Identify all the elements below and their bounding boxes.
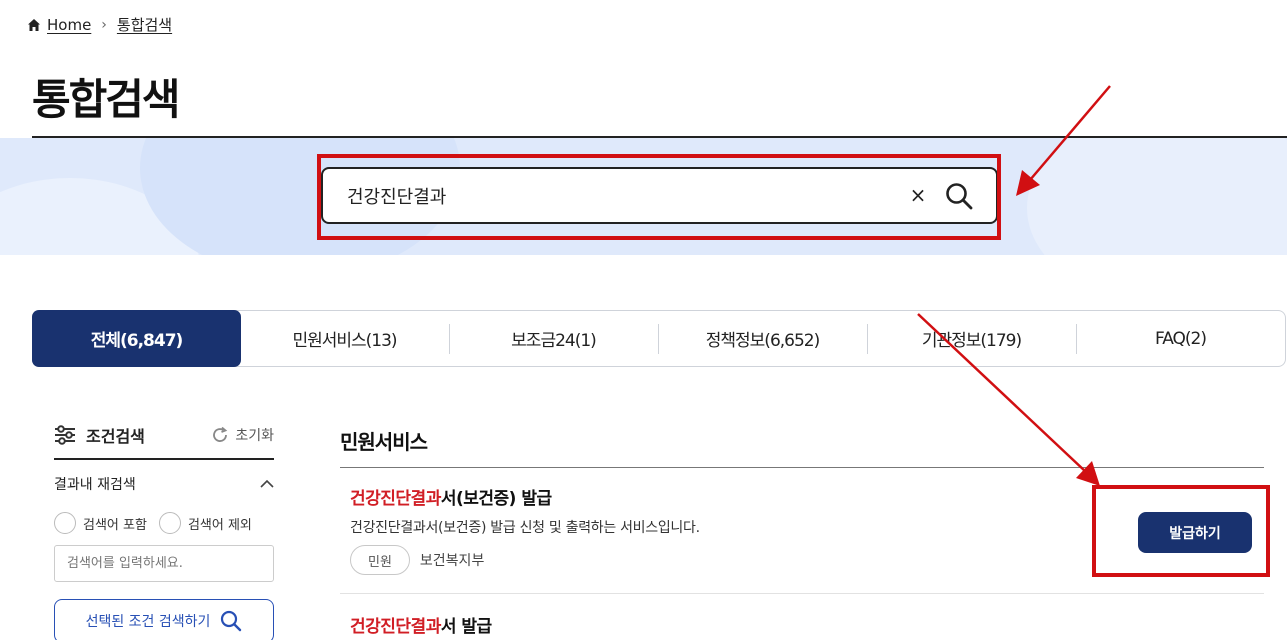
title-rest: 서 발급 [440,617,492,637]
result-title-link[interactable]: 건강진단결과서 발급 [350,612,1264,637]
keyword-highlight: 건강진단결과 [350,617,441,637]
exclude-keyword-radio[interactable]: 검색어 제외 [158,512,252,534]
home-icon [28,18,40,31]
include-keyword-radio[interactable]: 검색어 포함 [54,512,147,534]
search-icon [221,610,242,632]
sidebar-header: 조건검색 초기화 [54,420,274,460]
page-title: 통합검색 [32,75,181,124]
keyword-highlight: 건강진단결과 [350,489,441,509]
section-title: 민원서비스 [340,420,1264,468]
reset-label: 초기화 [235,428,274,444]
re-search-options: 검색어 포함 검색어 제외 [54,512,274,534]
breadcrumb-home-link[interactable]: Home [47,16,91,34]
include-keyword-label: 검색어 포함 [83,517,147,533]
issue-button-highlight-box [1092,485,1270,577]
breadcrumb: Home › 통합검색 [27,14,172,35]
radio-circle [54,512,76,534]
tab-faq[interactable]: FAQ(2) [1076,311,1285,366]
title-rest: 서(보건증) 발급 [440,489,552,509]
radio-circle [158,512,181,534]
breadcrumb-current-link[interactable]: 통합검색 [117,14,172,35]
re-search-input[interactable] [54,545,274,582]
tab-civil-services[interactable]: 민원서비스(13) [240,311,449,366]
condition-search-button[interactable]: 선택된 조건 검색하기 [54,599,274,640]
result-tabs: 전체(6,847) 민원서비스(13) 보조금24(1) 정책정보(6,652)… [32,310,1286,367]
tab-agency-info[interactable]: 기관정보(179) [867,311,1076,366]
re-search-label: 결과내 재검색 [54,477,136,493]
condition-search-label: 선택된 조건 검색하기 [85,614,211,630]
sidebar-title: 조건검색 [86,427,145,446]
condition-sidebar: 조건검색 초기화 결과내 재검색 검색어 포함 검색어 제외 선택된 조건 검색… [54,420,274,640]
reset-button[interactable]: 초기화 [211,425,274,445]
exclude-keyword-label: 검색어 제외 [187,517,252,533]
agency-name: 보건복지부 [419,553,485,569]
filter-sliders-icon [55,425,75,445]
category-badge: 민원 [350,545,410,575]
tab-subsidy24[interactable]: 보조금24(1) [449,311,658,366]
tab-all[interactable]: 전체(6,847) [32,310,241,367]
refresh-icon [213,426,228,442]
re-search-section-toggle[interactable]: 결과내 재검색 [54,474,274,494]
tab-policy-info[interactable]: 정책정보(6,652) [658,311,867,366]
search-highlight-box [317,154,1001,240]
list-item: 건강진단결과서 발급 [340,594,1264,637]
chevron-right-icon: › [101,16,107,33]
chevron-up-icon [260,479,274,488]
